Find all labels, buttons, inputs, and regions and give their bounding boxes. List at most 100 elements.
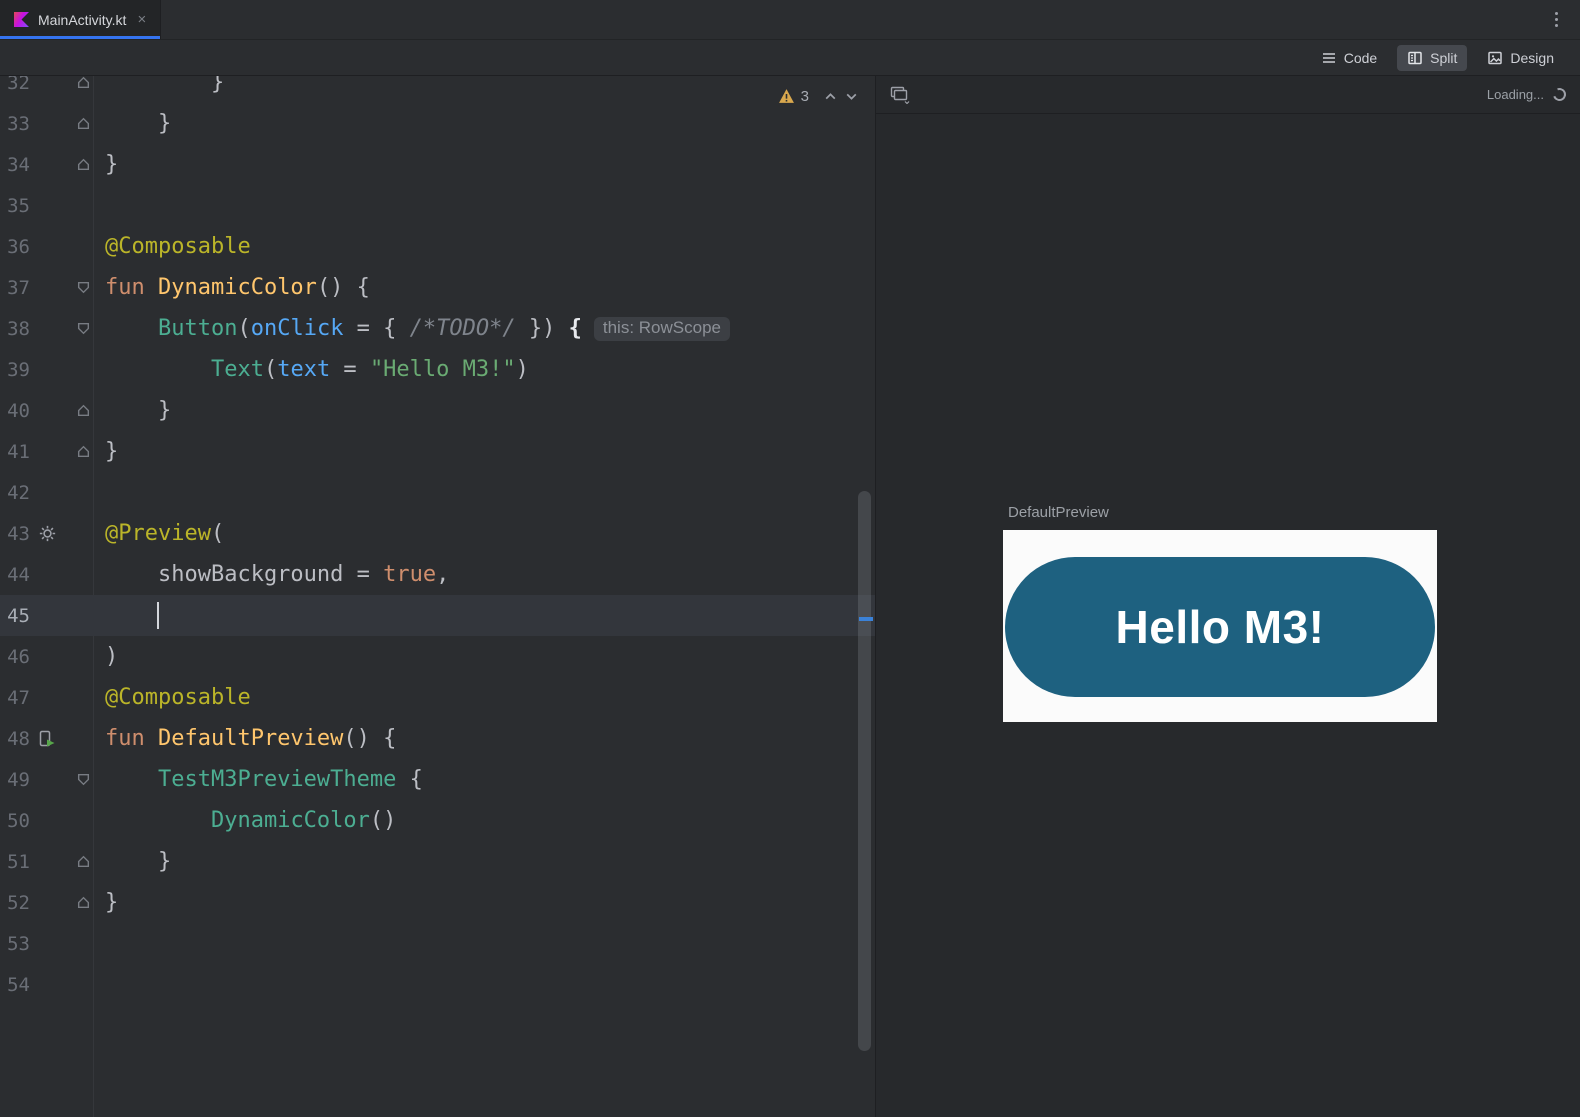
line-number: 54 (7, 973, 30, 996)
line-number: 35 (7, 194, 30, 217)
fold-up-icon[interactable] (64, 76, 93, 90)
code-line-39[interactable]: 39 Text(text = "Hello M3!") (0, 349, 875, 390)
code-text: ) (105, 644, 119, 669)
line-number: 53 (7, 932, 30, 955)
line-number: 52 (7, 891, 30, 914)
code-line-49[interactable]: 49 TestM3PreviewTheme { (0, 759, 875, 800)
tab-mainactivity[interactable]: MainActivity.kt × (0, 0, 162, 39)
line-number: 42 (7, 481, 30, 504)
fold-up-icon[interactable] (64, 403, 93, 418)
code-text: } (105, 439, 119, 464)
code-text: @Preview( (105, 521, 225, 546)
code-text: showBackground = true, (105, 562, 450, 587)
code-line-37[interactable]: 37 fun DynamicColor() { (0, 267, 875, 308)
code-line-34[interactable]: 34} (0, 144, 875, 185)
editor-tab-bar: MainActivity.kt × (0, 0, 1580, 40)
fold-down-icon[interactable] (64, 772, 93, 787)
loading-spinner-icon (1550, 85, 1569, 104)
code-text: } (105, 849, 172, 874)
kotlin-icon (14, 12, 29, 27)
code-line-45[interactable]: 45 (0, 595, 875, 636)
code-text: TestM3PreviewTheme { (157, 767, 423, 792)
preview-toolbar: Loading... (876, 76, 1580, 114)
preview-content: DefaultPreview Hello M3! (876, 114, 1580, 1116)
design-mode-button[interactable]: Design (1477, 45, 1564, 71)
code-line-50[interactable]: 50 DynamicColor() (0, 800, 875, 841)
code-text: Text(text = "Hello M3!") (210, 357, 529, 382)
line-number: 40 (7, 399, 30, 422)
line-number: 44 (7, 563, 30, 586)
code-line-51[interactable]: 51 } (0, 841, 875, 882)
code-line-52[interactable]: 52} (0, 882, 875, 923)
gear-icon[interactable] (30, 525, 64, 542)
split-mode-button[interactable]: Split (1397, 44, 1468, 71)
vertical-scrollbar[interactable] (858, 491, 871, 1051)
fold-down-icon[interactable] (64, 321, 93, 336)
line-number: 50 (7, 809, 30, 832)
code-text: fun DynamicColor() { (105, 275, 370, 300)
code-editor[interactable]: 32 } 33 } 34} 35 36 @Composable 37 fun DynamicC… (0, 76, 876, 1117)
fold-up-icon[interactable] (64, 157, 93, 172)
code-line-33[interactable]: 33 } (0, 103, 875, 144)
preview-render-surface: Hello M3! (1003, 530, 1437, 722)
preview-run-icon[interactable] (30, 730, 64, 748)
code-text: DynamicColor() (210, 808, 397, 833)
code-line-53[interactable]: 53 (0, 923, 875, 964)
split-mode-label: Split (1430, 49, 1458, 66)
code-line-35[interactable]: 35 (0, 185, 875, 226)
more-options-icon[interactable] (1551, 8, 1562, 31)
line-number: 49 (7, 768, 30, 791)
chevron-down-icon[interactable] (844, 89, 859, 104)
code-line-43[interactable]: 43 @Preview( (0, 513, 875, 554)
code-line-32[interactable]: 32 } (0, 76, 875, 103)
code-line-48[interactable]: 48 fun DefaultPreview() { (0, 718, 875, 759)
view-options-icon[interactable] (890, 86, 910, 104)
line-number: 46 (7, 645, 30, 668)
chevron-up-icon[interactable] (823, 89, 838, 104)
code-text: } (105, 111, 172, 136)
editor-mode-toolbar: Code Split Design (0, 40, 1580, 76)
fold-down-icon[interactable] (64, 280, 93, 295)
line-number: 43 (7, 522, 30, 545)
code-line-46[interactable]: 46) (0, 636, 875, 677)
inspections-widget[interactable]: 3 (778, 85, 859, 107)
tab-close-icon[interactable]: × (137, 11, 146, 28)
code-line-40[interactable]: 40 } (0, 390, 875, 431)
code-line-54[interactable]: 54 (0, 964, 875, 1005)
code-text: fun DefaultPreview() { (105, 726, 397, 751)
line-number: 34 (7, 153, 30, 176)
loading-text: Loading... (1486, 87, 1544, 102)
code-line-47[interactable]: 47 @Composable (0, 677, 875, 718)
code-rows: 32 } 33 } 34} 35 36 @Composable 37 fun DynamicC… (0, 76, 875, 1005)
code-mode-button[interactable]: Code (1311, 45, 1387, 71)
design-mode-label: Design (1510, 49, 1554, 66)
code-line-44[interactable]: 44 showBackground = true, (0, 554, 875, 595)
code-text: } (105, 76, 225, 95)
line-number: 33 (7, 112, 30, 135)
code-line-42[interactable]: 42 (0, 472, 875, 513)
line-number: 45 (7, 604, 30, 627)
preview-button: Hello M3! (1005, 557, 1435, 697)
code-text: } (105, 890, 119, 915)
caret-stripe-mark[interactable] (859, 617, 873, 621)
fold-up-icon[interactable] (64, 116, 93, 131)
code-line-38[interactable]: 38 Button(onClick = { /*TODO*/ }) {this:… (0, 308, 875, 349)
line-number: 37 (7, 276, 30, 299)
line-number: 48 (7, 727, 30, 750)
preview-name-label[interactable]: DefaultPreview (1008, 504, 1109, 521)
code-text: } (105, 152, 119, 177)
text-cursor (156, 602, 159, 629)
code-line-36[interactable]: 36 @Composable (0, 226, 875, 267)
fold-up-icon[interactable] (64, 895, 93, 910)
code-text: @Composable (105, 685, 251, 710)
line-number: 47 (7, 686, 30, 709)
fold-up-icon[interactable] (64, 854, 93, 869)
tab-label: MainActivity.kt (38, 11, 127, 28)
warning-icon[interactable] (778, 88, 795, 104)
line-number: 39 (7, 358, 30, 381)
compose-preview-panel: Loading... DefaultPreview Hello M3! (876, 76, 1580, 1117)
code-line-41[interactable]: 41} (0, 431, 875, 472)
code-text (93, 602, 159, 629)
fold-up-icon[interactable] (64, 444, 93, 459)
code-text: Button(onClick = { /*TODO*/ }) {this: Ro… (93, 316, 730, 341)
